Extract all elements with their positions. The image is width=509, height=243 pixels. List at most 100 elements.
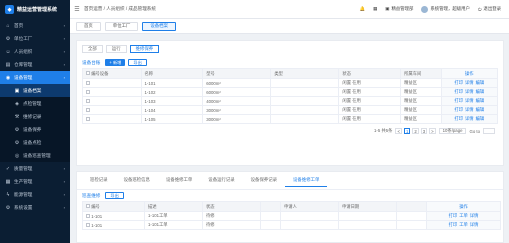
record-tab[interactable]: 设备运行记录 [200, 174, 242, 187]
sidebar-item[interactable]: ☺ 人员组织 › [0, 45, 70, 58]
sidebar-item[interactable]: ⚙ 单位工厂 › [0, 32, 70, 45]
row-action-link[interactable]: 编辑 [476, 107, 485, 112]
row-checkbox[interactable] [86, 223, 90, 228]
page-size-select[interactable]: 10条/page [438, 128, 467, 134]
record-tab[interactable]: 设备维修工单 [158, 174, 200, 187]
row-checkbox[interactable] [86, 214, 90, 219]
column-header: 所属车间 [400, 68, 442, 79]
select-all-checkbox[interactable] [86, 71, 90, 76]
app-logo: ◆ 精益运营管理系统 [0, 0, 70, 19]
sidebar-item[interactable]: ⚙ 设备点检 [0, 136, 70, 149]
add-button[interactable]: + 新增 [105, 59, 126, 66]
row-action-link[interactable]: 打印 [454, 116, 463, 121]
sidebar-item[interactable]: ⚒ 维修记录 [0, 110, 70, 123]
records-title: 巡查维修 [82, 192, 101, 198]
bell-icon[interactable]: 🔔 [360, 6, 365, 12]
sidebar-item[interactable]: ϟ 能源管理 › [0, 188, 70, 201]
row-actions: 打印 详情 编辑 [440, 105, 499, 115]
row-action-link[interactable]: 打印 [454, 98, 463, 103]
org-label: 精益管理部 [391, 6, 414, 11]
row-action-link[interactable]: 详情 [465, 80, 474, 85]
row-checkbox[interactable] [86, 90, 90, 95]
sidebar-item[interactable]: ⚙ 系统设置 › [0, 201, 70, 214]
row-action-link[interactable]: 详情 [465, 89, 474, 94]
sidebar-item-label: 系统设置 [14, 204, 33, 210]
cell [82, 87, 142, 97]
record-tab[interactable]: 设备保养记录 [243, 174, 285, 187]
page-button[interactable]: 2 [412, 128, 419, 134]
table-row[interactable]: 1-101 1-101工单 待修 打印 工单 详情 [82, 220, 501, 230]
row-action-link[interactable]: 编辑 [476, 80, 485, 85]
row-action-link[interactable]: 打印 [454, 107, 463, 112]
table-row[interactable]: 1-101 1-101工单 待修 打印 工单 详情 [82, 211, 501, 221]
row-action-link[interactable]: 详情 [465, 116, 474, 121]
page-button[interactable]: > [429, 128, 436, 134]
table-row[interactable]: 1-103 4000m² 闲置 在用 精益区 打印 详情 编辑 [82, 96, 499, 106]
cell: 6000m² [202, 87, 272, 97]
row-action-link[interactable]: 打印 [454, 89, 463, 94]
page-button[interactable]: < [395, 128, 402, 134]
row-checkbox[interactable] [86, 99, 90, 104]
filter-all[interactable]: 全部 [82, 45, 103, 53]
row-action-link[interactable]: 打印 [449, 222, 458, 227]
record-tab[interactable]: 巡检记录 [82, 174, 116, 187]
cell [270, 96, 340, 106]
status-cell: 闲置 在用 [338, 87, 402, 97]
record-tab[interactable]: 设备巡检信息 [116, 174, 158, 187]
row-action-link[interactable]: 详情 [465, 107, 474, 112]
sidebar-item[interactable]: ▣ 设备档案 [0, 84, 70, 97]
cell: 1-103 [140, 96, 204, 106]
filter-maintenance[interactable]: 维修保养 [129, 45, 160, 53]
status-cell: 待修 [202, 220, 261, 230]
records-export-button[interactable]: 导出 [105, 192, 124, 199]
sidebar-item[interactable]: ▦ 生产管理 › [0, 175, 70, 188]
tab-label: 设备档案 [150, 23, 168, 28]
row-action-link[interactable]: 打印 [454, 80, 463, 85]
sidebar-item[interactable]: ▤ 仓库管理 › [0, 58, 70, 71]
sidebar-item[interactable]: ◈ 点检管理 [0, 97, 70, 110]
cell: 1-105 [140, 114, 204, 124]
row-action-link[interactable]: 工单 [459, 222, 468, 227]
row-action-link[interactable]: 详情 [465, 98, 474, 103]
sidebar-item[interactable]: ◎ 设备巡查管理 [0, 149, 70, 162]
sidebar-item[interactable]: ✓ 质量管理 › [0, 162, 70, 175]
row-action-link[interactable]: 详情 [470, 222, 479, 227]
tab-home[interactable]: 首页 [76, 21, 101, 31]
sidebar-item[interactable]: ⚙ 设备保养 [0, 123, 70, 136]
table-row[interactable]: 1-104 3000m² 闲置 在用 精益区 打印 详情 编辑 [82, 105, 499, 115]
page-button[interactable]: 1 [403, 128, 411, 134]
grid-icon[interactable]: ▦ [373, 6, 377, 12]
records-table: 编号 描述 状态 申请人 申请日期 操作 1-101 1-101工单 待修 打印 工单 详情 1-1… [82, 201, 501, 230]
table-row[interactable]: 1-101 6000m² 闲置 在用 精益区 打印 详情 编辑 [82, 78, 499, 88]
filter-running[interactable]: 运行 [105, 45, 127, 53]
row-action-link[interactable]: 编辑 [476, 89, 485, 94]
tab-equipment[interactable]: 设备档案 [142, 21, 176, 31]
row-action-link[interactable]: 打印 [449, 213, 458, 218]
org-switch[interactable]: ▣ 精益管理部 [385, 6, 413, 12]
row-action-link[interactable]: 编辑 [476, 116, 485, 121]
chevron-icon: › [63, 49, 65, 54]
select-all-checkbox[interactable] [86, 204, 90, 209]
records-panel: 巡检记录 设备巡检信息 设备维修工单 设备运行记录 设备保养记录 设备维修工单 巡查维修 … [76, 171, 504, 243]
logout-button[interactable]: ⏻ 退出登录 [478, 6, 501, 12]
sidebar-item-label: 仓库管理 [14, 61, 33, 67]
export-button[interactable]: 导出 [128, 59, 147, 66]
row-action-link[interactable]: 工单 [459, 213, 468, 218]
row-action-link[interactable]: 详情 [470, 213, 479, 218]
row-checkbox[interactable] [86, 108, 90, 113]
row-checkbox[interactable] [86, 117, 90, 122]
row-checkbox[interactable] [86, 81, 90, 86]
menu-toggle-icon[interactable]: ☰ [70, 6, 84, 13]
sidebar-item[interactable]: ⌂ 首页 › [0, 19, 70, 32]
tab-factory[interactable]: 单位工厂 [104, 21, 139, 31]
sidebar-item[interactable]: ◉ 设备管理 › [0, 71, 70, 84]
column-label: 类型 [274, 70, 283, 76]
table-row[interactable]: 1-102 6000m² 闲置 在用 精益区 打印 详情 编辑 [82, 87, 499, 97]
table-row[interactable]: 1-105 3000m² 闲置 在用 精益区 打印 详情 编辑 [82, 114, 499, 124]
cell: 4000m² [202, 96, 272, 106]
record-tab[interactable]: 设备维修工单 [285, 174, 328, 187]
user-menu[interactable]: 系统管理，超级用户 [421, 5, 470, 13]
goto-input[interactable] [483, 128, 495, 134]
page-button[interactable]: 3 [420, 128, 428, 134]
row-action-link[interactable]: 编辑 [476, 98, 485, 103]
